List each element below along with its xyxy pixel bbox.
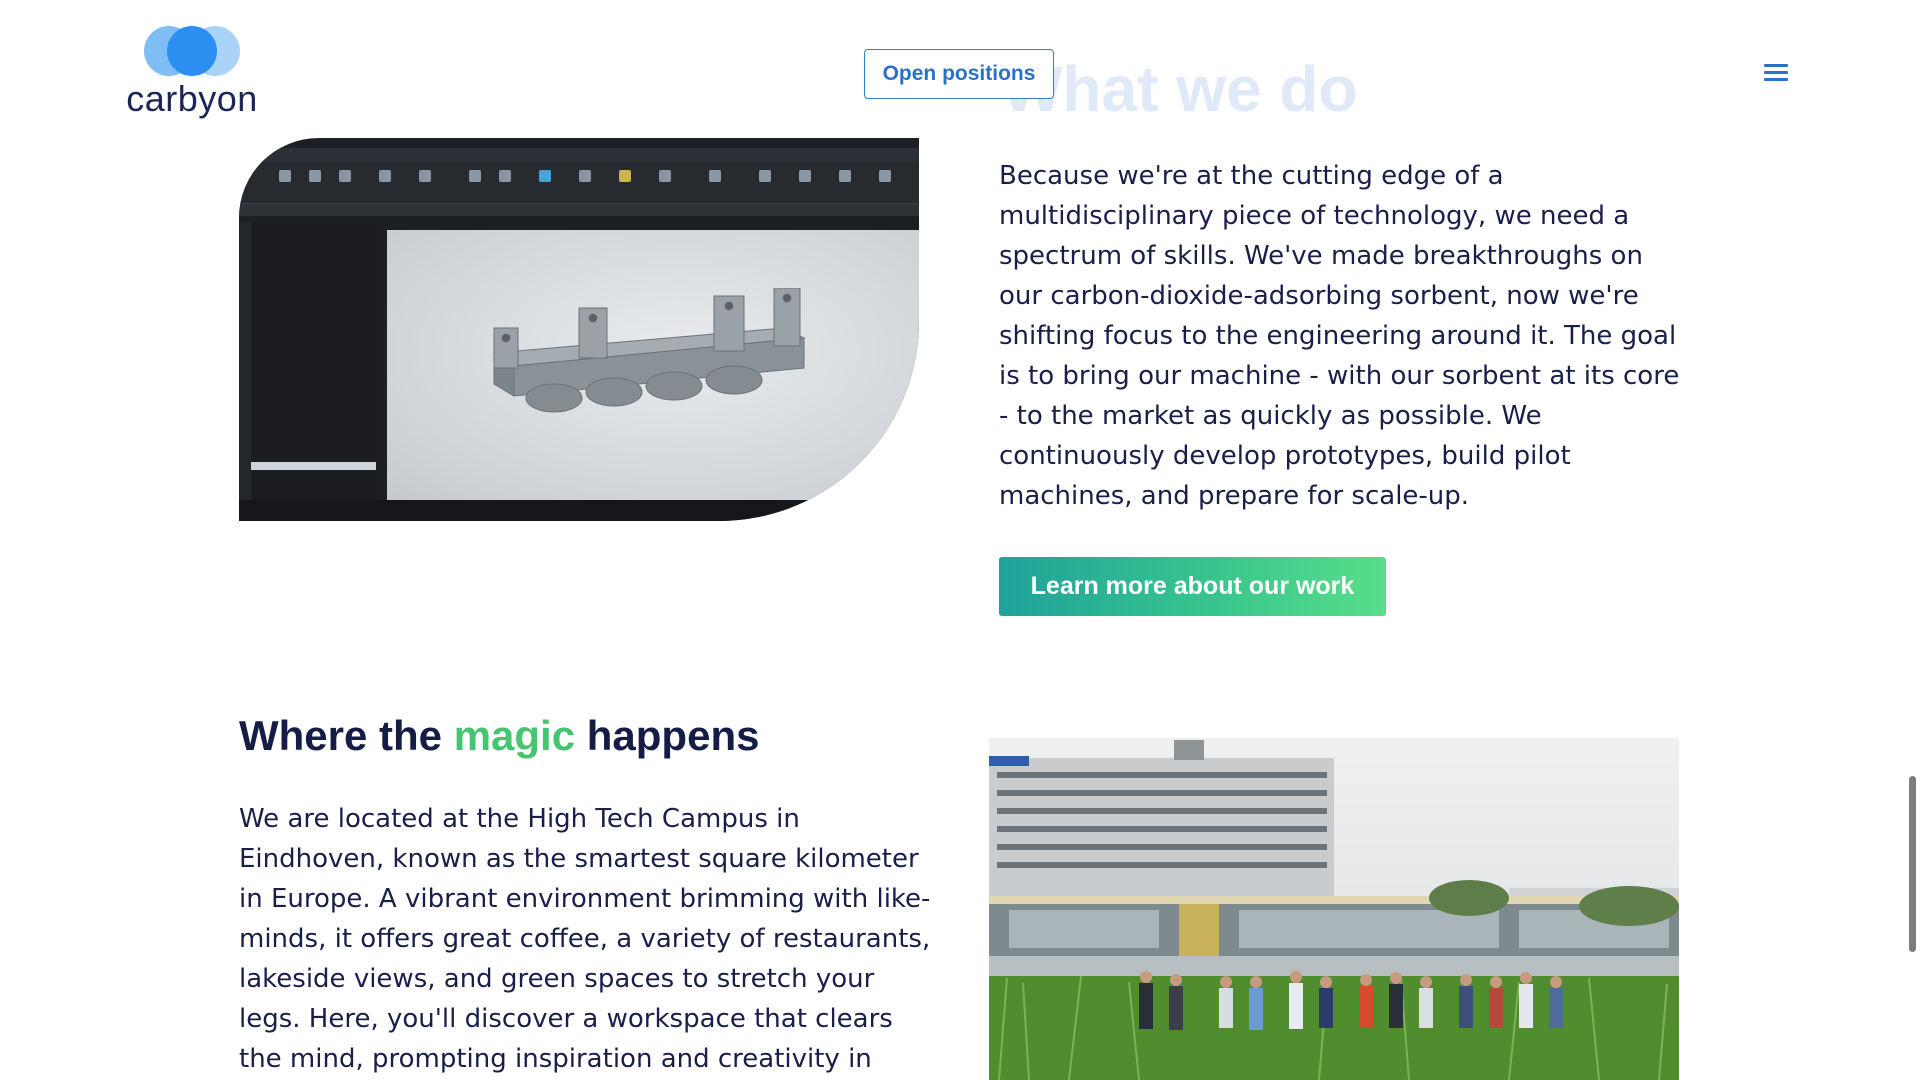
heading-part-2: happens: [575, 712, 760, 759]
scrollbar-thumb[interactable]: [1909, 776, 1916, 952]
campus-photo: [989, 738, 1679, 1080]
logo-wordmark: carbyon: [126, 78, 258, 119]
carbyon-logo[interactable]: carbyon: [122, 26, 262, 122]
cad-part-model: [492, 288, 806, 413]
section-heading-ghost: What we do: [1002, 53, 1358, 125]
heading-accent-word: magic: [453, 712, 576, 759]
what-we-do-paragraph: Because we're at the cutting edge of a m…: [999, 161, 1680, 511]
where-magic-heading: Where the magic happens: [239, 712, 759, 760]
open-positions-button[interactable]: Open positions: [864, 49, 1054, 99]
hamburger-menu-icon[interactable]: [1764, 62, 1790, 82]
heading-part-1: Where the: [239, 712, 454, 759]
logo-mark-icon: [144, 26, 240, 76]
cad-software-image: [239, 138, 919, 521]
where-magic-paragraph: We are located at the High Tech Campus i…: [239, 804, 931, 1074]
learn-more-button[interactable]: Learn more about our work: [999, 557, 1386, 616]
